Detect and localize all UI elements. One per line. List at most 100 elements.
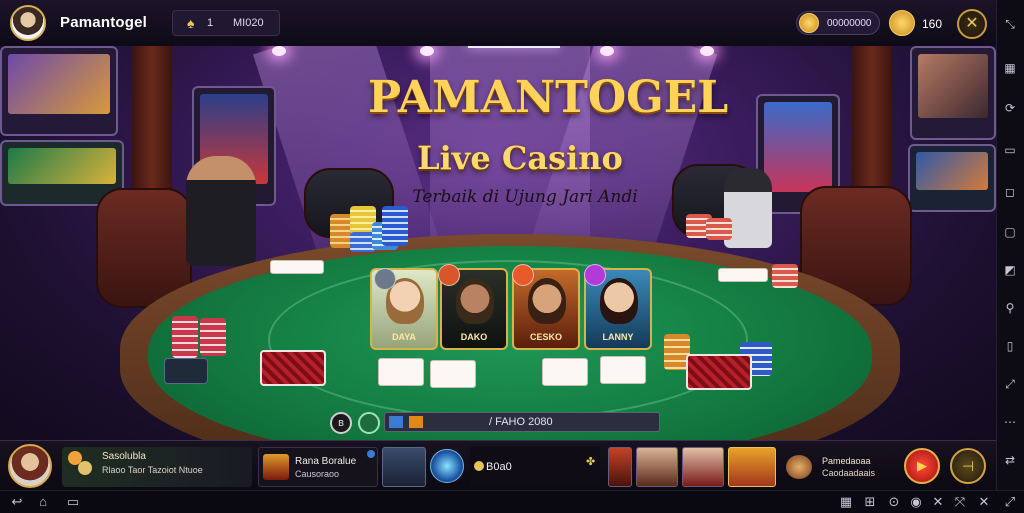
rotate-icon[interactable]: ⟳ xyxy=(1002,100,1018,116)
fullscreen-icon[interactable]: ⤧ xyxy=(952,494,968,510)
chip-stack xyxy=(772,264,798,288)
player-status: Rlaoo Taor Tazoiot Ntuoe xyxy=(102,465,203,475)
play-button[interactable]: ▶ xyxy=(904,448,940,484)
location-icon[interactable]: ⊙ xyxy=(886,494,902,510)
jackpot-thumb[interactable] xyxy=(728,447,776,487)
tagline: Terbaik di Ujung Jari Andi xyxy=(412,187,638,207)
balance-count: 1 xyxy=(207,17,214,29)
chip-stack xyxy=(200,318,226,356)
card-deck xyxy=(260,350,326,386)
bottom-bar: Sasolubla Rlaoo Taor Tazoiot Ntuoe Rana … xyxy=(0,440,996,491)
scissors-icon[interactable]: ✕ xyxy=(930,494,946,510)
mute-icon[interactable]: ✕ xyxy=(976,494,992,510)
playing-card xyxy=(718,268,768,282)
table-info-field[interactable]: / FAHO 2080 xyxy=(384,412,660,432)
system-nav-bar: ↩ ⌂ ▭ ▦ ⊞ ⊙ ◉ ✕ ⤧ ✕ ⤢ xyxy=(0,490,1024,513)
screen-icon[interactable]: ▭ xyxy=(1002,142,1018,158)
chip-stack xyxy=(172,316,198,358)
coin-icon xyxy=(78,461,92,475)
dealer-name: DAYA xyxy=(392,332,416,342)
resize-icon[interactable]: ⤢ xyxy=(1002,376,1018,392)
playing-card xyxy=(542,358,588,386)
live-casino-title: Live Casino xyxy=(417,139,623,177)
close-button[interactable]: ✕ xyxy=(957,9,987,39)
profile-avatar[interactable] xyxy=(10,5,46,41)
tablet-icon[interactable]: ▯ xyxy=(1002,338,1018,354)
gold-balance: 00000000 xyxy=(827,18,872,29)
game-thumbnail xyxy=(263,454,289,480)
window-icon[interactable]: ◻ xyxy=(1002,184,1018,200)
home-icon[interactable]: ⌂ xyxy=(34,494,52,510)
flag-orange-icon xyxy=(409,416,423,428)
balance-pill[interactable]: ♠ 1 MI020 xyxy=(172,10,280,36)
dealer-badge-icon xyxy=(584,264,606,286)
chip-stack xyxy=(382,206,408,246)
playing-card xyxy=(270,260,324,274)
dealer-name: LANNY xyxy=(602,332,634,342)
expand-icon[interactable]: ⤡ xyxy=(1002,16,1018,32)
coin-icon xyxy=(474,461,484,471)
expand-icon[interactable]: ⤢ xyxy=(1002,494,1018,510)
spin-orb-button[interactable] xyxy=(430,449,464,483)
casino-scene: PAMANTOGEL Live Casino Terbaik di Ujung … xyxy=(0,46,996,440)
back-icon[interactable]: ↩ xyxy=(8,494,26,510)
dealer-thumb[interactable] xyxy=(682,447,724,487)
bet-panel[interactable]: B0a0 ✤ xyxy=(470,447,600,487)
promo-subtitle: Caodaadaais xyxy=(822,468,876,478)
balance-value: MI020 xyxy=(233,17,264,29)
playing-card xyxy=(430,360,476,388)
game-subtitle: Causoraoo xyxy=(295,469,340,479)
shuffle-icon[interactable]: ⇄ xyxy=(1002,452,1018,468)
timer-icon[interactable]: ʙ xyxy=(330,412,352,434)
dealer-name: DAKO xyxy=(460,332,488,342)
wall-tv xyxy=(910,46,996,140)
player-info-panel[interactable]: Sasolubla Rlaoo Taor Tazoiot Ntuoe xyxy=(62,447,252,487)
grid-icon[interactable]: ▦ xyxy=(1002,60,1018,76)
game-thumb[interactable] xyxy=(608,447,632,487)
game-title: Rana Boralue xyxy=(295,456,357,467)
keyboard-icon[interactable]: ▦ xyxy=(838,494,854,510)
sound-icon[interactable] xyxy=(358,412,380,434)
phone-on-table xyxy=(164,358,208,384)
current-game-panel[interactable]: Rana Boralue Causoraoo xyxy=(258,447,378,487)
ceiling-light xyxy=(272,46,286,56)
table-status-bar: ʙ / FAHO 2080 xyxy=(330,411,662,435)
dealer-badge-icon xyxy=(374,268,396,290)
player-name: Sasolubla xyxy=(102,451,146,462)
dealer-thumbnail[interactable] xyxy=(382,447,426,487)
promo-panel[interactable]: Pamedaoaa Caodaadaais xyxy=(782,447,900,487)
promo-icon xyxy=(786,455,812,479)
ceiling-strip-light xyxy=(468,46,560,48)
gamepad-icon[interactable]: ⊞ xyxy=(862,494,878,510)
clover-icon: ✤ xyxy=(586,456,596,468)
right-tool-rail: ⤡ ▦ ⟳ ▭ ◻ ▢ ◩ ⚲ ▯ ⤢ ⋯ ⇄ xyxy=(996,0,1024,490)
dealer-badge-icon xyxy=(512,264,534,286)
chip-stack xyxy=(706,218,732,240)
coin-count: 160 xyxy=(922,17,943,31)
promo-title: Pamedaoaa xyxy=(822,456,871,466)
camera-icon[interactable]: ◩ xyxy=(1002,262,1018,278)
link-icon[interactable]: ⚲ xyxy=(1002,300,1018,316)
top-bar: Pamantogel ♠ 1 MI020 00000000 160 ✕ xyxy=(0,0,996,47)
player-avatar[interactable] xyxy=(8,444,52,488)
gold-balance-pill[interactable]: 00000000 xyxy=(796,11,880,35)
table-info-text: / FAHO 2080 xyxy=(489,416,553,428)
folder-icon[interactable]: ▢ xyxy=(1002,224,1018,240)
slot-machine xyxy=(908,144,996,212)
screenshot-icon[interactable]: ◉ xyxy=(908,494,924,510)
dealer-name: CESKO xyxy=(529,332,562,342)
wall-tv xyxy=(0,46,118,136)
money-bag-icon: ♠ xyxy=(187,15,195,31)
ceiling-light xyxy=(700,46,714,56)
coin-icon[interactable] xyxy=(889,10,915,36)
ceiling-light xyxy=(420,46,434,56)
flag-blue-icon xyxy=(389,416,403,428)
card-deck xyxy=(686,354,752,390)
menu-button[interactable]: ⊣ xyxy=(950,448,986,484)
recents-icon[interactable]: ▭ xyxy=(62,494,84,510)
gold-coin-icon xyxy=(799,13,819,33)
dealer-thumb[interactable] xyxy=(636,447,678,487)
app-title: Pamantogel xyxy=(60,14,148,31)
playing-card xyxy=(378,358,424,386)
dots-icon[interactable]: ⋯ xyxy=(1002,414,1018,430)
